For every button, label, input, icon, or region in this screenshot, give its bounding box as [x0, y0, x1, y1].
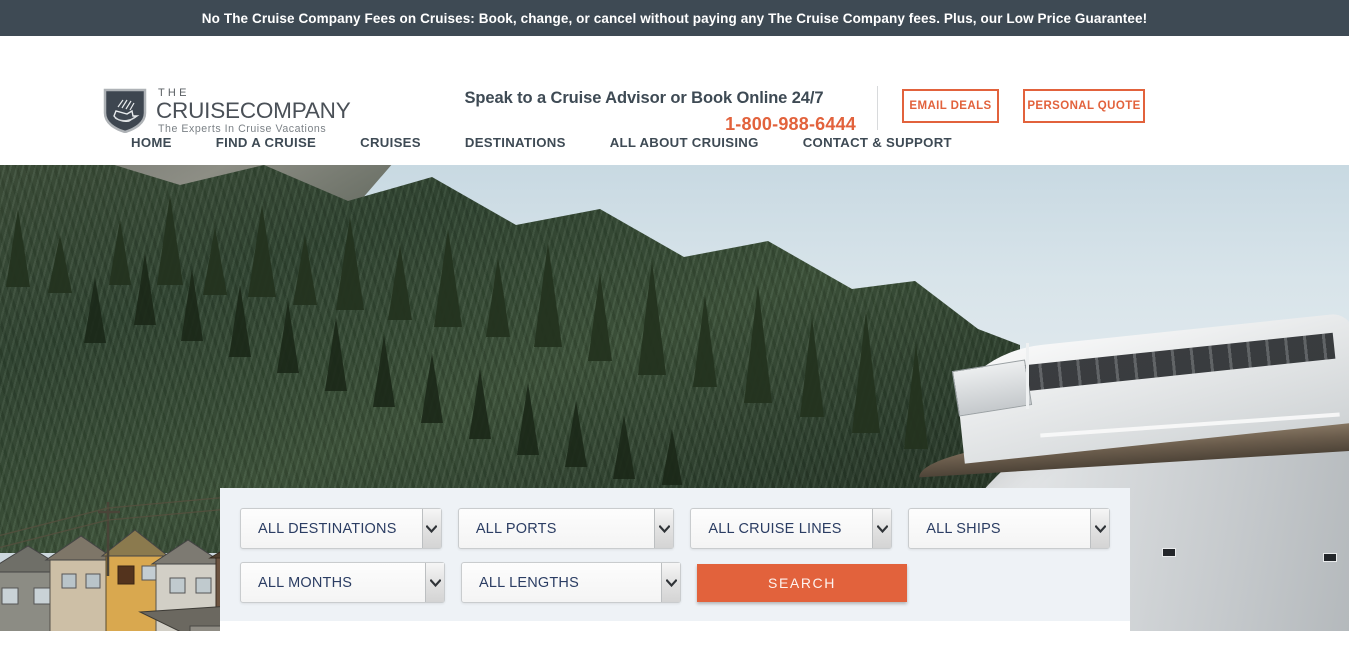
chevron-down-icon[interactable]	[661, 563, 680, 602]
hero-ship-porthole	[1323, 553, 1337, 562]
nav-item-find-a-cruise[interactable]: FIND A CRUISE	[216, 135, 316, 150]
search-row-2: ALL MONTHS ALL LENGTHS SEARCH	[240, 562, 1110, 603]
ships-select[interactable]: ALL SHIPS	[908, 508, 1111, 549]
cruise-lines-select-value: ALL CRUISE LINES	[708, 520, 842, 537]
nav-item-contact-support[interactable]: CONTACT & SUPPORT	[803, 135, 952, 150]
shield-ship-icon	[103, 87, 147, 134]
months-select[interactable]: ALL MONTHS	[240, 562, 445, 603]
search-panel-footer: ADVANCED SEARCH CRUISE PORT SEARCH	[220, 621, 1130, 631]
logo-cruise-text: CRUISE	[156, 98, 240, 123]
header-contact-block: Speak to a Cruise Advisor or Book Online…	[430, 89, 858, 135]
cruise-lines-select[interactable]: ALL CRUISE LINES	[690, 508, 893, 549]
logo-wordmark: CRUISECOMPANY	[156, 98, 351, 123]
chevron-down-icon[interactable]	[421, 509, 441, 548]
logo-tagline: The Experts In Cruise Vacations	[158, 122, 327, 135]
nav-item-all-about-cruising[interactable]: ALL ABOUT CRUISING	[610, 135, 759, 150]
hero-banner: ALL DESTINATIONS ALL PORTS ALL CRUISE LI…	[0, 165, 1349, 631]
site-logo[interactable]: THE CRUISECOMPANY The Experts In Cruise …	[103, 86, 351, 134]
hero-ship-porthole	[1162, 548, 1176, 557]
search-row-1: ALL DESTINATIONS ALL PORTS ALL CRUISE LI…	[240, 508, 1111, 549]
site-header: THE CRUISECOMPANY The Experts In Cruise …	[0, 36, 1349, 134]
hero-ship-mast	[1026, 343, 1029, 409]
cruise-search-panel: ALL DESTINATIONS ALL PORTS ALL CRUISE LI…	[220, 488, 1130, 631]
email-deals-button[interactable]: EMAIL DEALS	[902, 89, 999, 123]
chevron-down-icon[interactable]	[1090, 509, 1110, 548]
cruise-search-form: ALL DESTINATIONS ALL PORTS ALL CRUISE LI…	[220, 488, 1130, 621]
nav-item-home[interactable]: HOME	[131, 135, 172, 150]
ships-select-value: ALL SHIPS	[926, 520, 1001, 537]
ports-select[interactable]: ALL PORTS	[457, 508, 675, 549]
chevron-down-icon[interactable]	[872, 509, 892, 548]
header-cta-buttons: EMAIL DEALS PERSONAL QUOTE	[902, 89, 1145, 123]
months-select-value: ALL MONTHS	[258, 574, 353, 591]
nav-item-cruises[interactable]: CRUISES	[360, 135, 421, 150]
chevron-down-icon[interactable]	[425, 563, 444, 602]
advisor-headline: Speak to a Cruise Advisor or Book Online…	[464, 89, 824, 107]
promo-banner: No The Cruise Company Fees on Cruises: B…	[0, 0, 1349, 36]
logo-company-text: COMPANY	[239, 98, 351, 123]
ports-select-value: ALL PORTS	[475, 520, 557, 537]
promo-banner-text: No The Cruise Company Fees on Cruises: B…	[201, 10, 1148, 26]
personal-quote-button[interactable]: PERSONAL QUOTE	[1023, 89, 1145, 123]
header-divider	[877, 86, 878, 130]
destinations-select-value: ALL DESTINATIONS	[258, 520, 397, 537]
phone-number-link[interactable]: 1-800-988-6444	[430, 114, 858, 135]
lengths-select[interactable]: ALL LENGTHS	[461, 562, 681, 603]
search-button[interactable]: SEARCH	[697, 564, 907, 602]
lengths-select-value: ALL LENGTHS	[479, 574, 579, 591]
destinations-select[interactable]: ALL DESTINATIONS	[240, 508, 442, 549]
page-bottom-strip	[0, 631, 1349, 664]
chevron-down-icon[interactable]	[654, 509, 674, 548]
hero-treeline	[6, 195, 928, 485]
nav-item-destinations[interactable]: DESTINATIONS	[465, 135, 566, 150]
